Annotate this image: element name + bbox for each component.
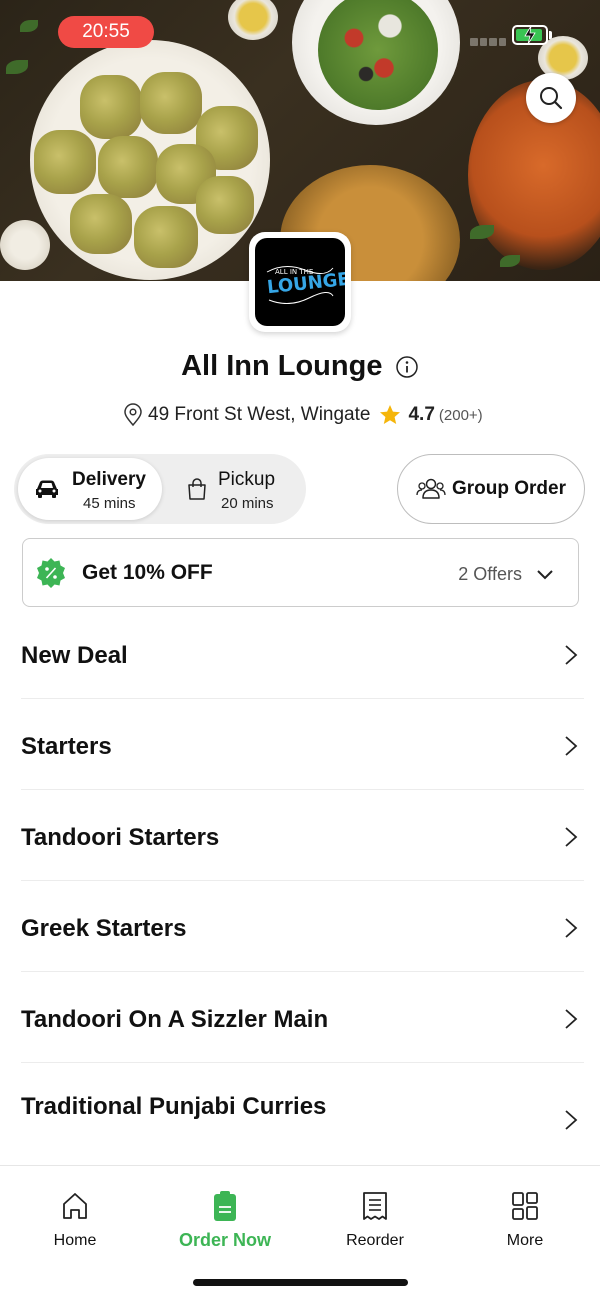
menu-category-label: Tandoori On A Sizzler Main [21,1006,329,1033]
offers-banner[interactable]: Get 10% OFF 2 Offers [22,538,579,607]
logo-image: ALL IN THE LOUNGE [255,238,345,326]
bread-piece [70,194,132,254]
nav-home[interactable]: Home [0,1190,150,1250]
chevron-down-icon [537,570,553,580]
nav-label: Order Now [178,1230,271,1250]
bread-piece [140,72,202,134]
order-icon [214,1191,236,1221]
nav-reorder[interactable]: Reorder [300,1190,450,1250]
location-pin-icon [124,403,142,427]
delivery-time: 45 mins [83,495,136,512]
pickup-label: Pickup [218,469,276,490]
nav-label: More [506,1232,544,1249]
menu-category-label: New Deal [21,642,128,669]
offer-title: Get 10% OFF [82,561,213,584]
car-icon [36,480,58,498]
group-order-button[interactable]: Group Order [397,454,585,524]
receipt-icon [363,1192,387,1220]
chevron-right-icon [565,645,578,665]
nav-more[interactable]: More [450,1190,600,1250]
leaf [500,255,520,267]
chevron-right-icon [565,827,578,847]
search-button[interactable] [526,73,576,123]
nav-label: Home [53,1232,97,1249]
rating-value: 4.7 [408,404,435,425]
chevron-right-icon [565,1110,578,1130]
bread-piece [134,206,198,268]
pickup-time: 20 mins [221,495,274,512]
leaf [6,60,28,74]
nav-order-now[interactable]: Order Now [150,1190,300,1251]
menu-category-row[interactable]: Tandoori On A Sizzler Main [21,972,584,1063]
group-people-icon [416,478,446,499]
restaurant-title-row: All Inn Lounge [0,350,600,383]
restaurant-name: All Inn Lounge [181,350,383,382]
address-rating-row: 49 Front St West, Wingate 4.7 (200+) [122,402,483,428]
home-indicator [193,1279,408,1286]
star-icon [380,405,401,424]
garlic-bulb [0,220,50,270]
delivery-pickup-toggle: Delivery 45 mins Pickup 20 mins [14,454,306,524]
grid-icon [512,1192,538,1220]
restaurant-logo: ALL IN THE LOUNGE [249,232,351,332]
chevron-right-icon [565,918,578,938]
pickup-option[interactable]: Pickup 20 mins [164,458,302,520]
menu-category-row[interactable]: New Deal [21,608,584,699]
menu-category-row[interactable]: Greek Starters [21,881,584,972]
discount-badge-icon [37,558,65,588]
chevron-right-icon [565,736,578,756]
battery-tip [549,31,552,39]
charging-bolt-icon [524,25,536,45]
menu-category-label: Greek Starters [21,915,187,942]
bread-piece [98,136,158,198]
menu-category-row[interactable]: Traditional Punjabi Curries [21,1063,584,1154]
offer-count: 2 Offers [458,564,522,584]
menu-category-row[interactable]: Starters [21,699,584,790]
restaurant-address: 49 Front St West, Wingate [148,404,371,425]
bread-piece [196,176,254,234]
menu-category-label: Starters [21,733,112,760]
menu-category-label: Traditional Punjabi Curries [21,1093,327,1120]
leaf [20,20,38,32]
rating-count: (200+) [438,406,483,424]
shopping-bag-icon [188,478,206,500]
signal-icon [470,38,506,46]
sauce-bowl [228,0,278,40]
chevron-right-icon [565,1009,578,1029]
search-icon [540,87,563,110]
delivery-label: Delivery [72,469,146,490]
group-order-label: Group Order [451,478,566,499]
bread-piece [34,130,96,194]
info-icon[interactable] [395,355,419,379]
delivery-option[interactable]: Delivery 45 mins [18,458,162,520]
status-time: 20:55 [58,16,154,48]
nav-label: Reorder [346,1232,404,1249]
menu-category-row[interactable]: Tandoori Starters [21,790,584,881]
home-icon [63,1193,87,1219]
bread-piece [80,75,142,139]
menu-category-label: Tandoori Starters [21,824,220,851]
